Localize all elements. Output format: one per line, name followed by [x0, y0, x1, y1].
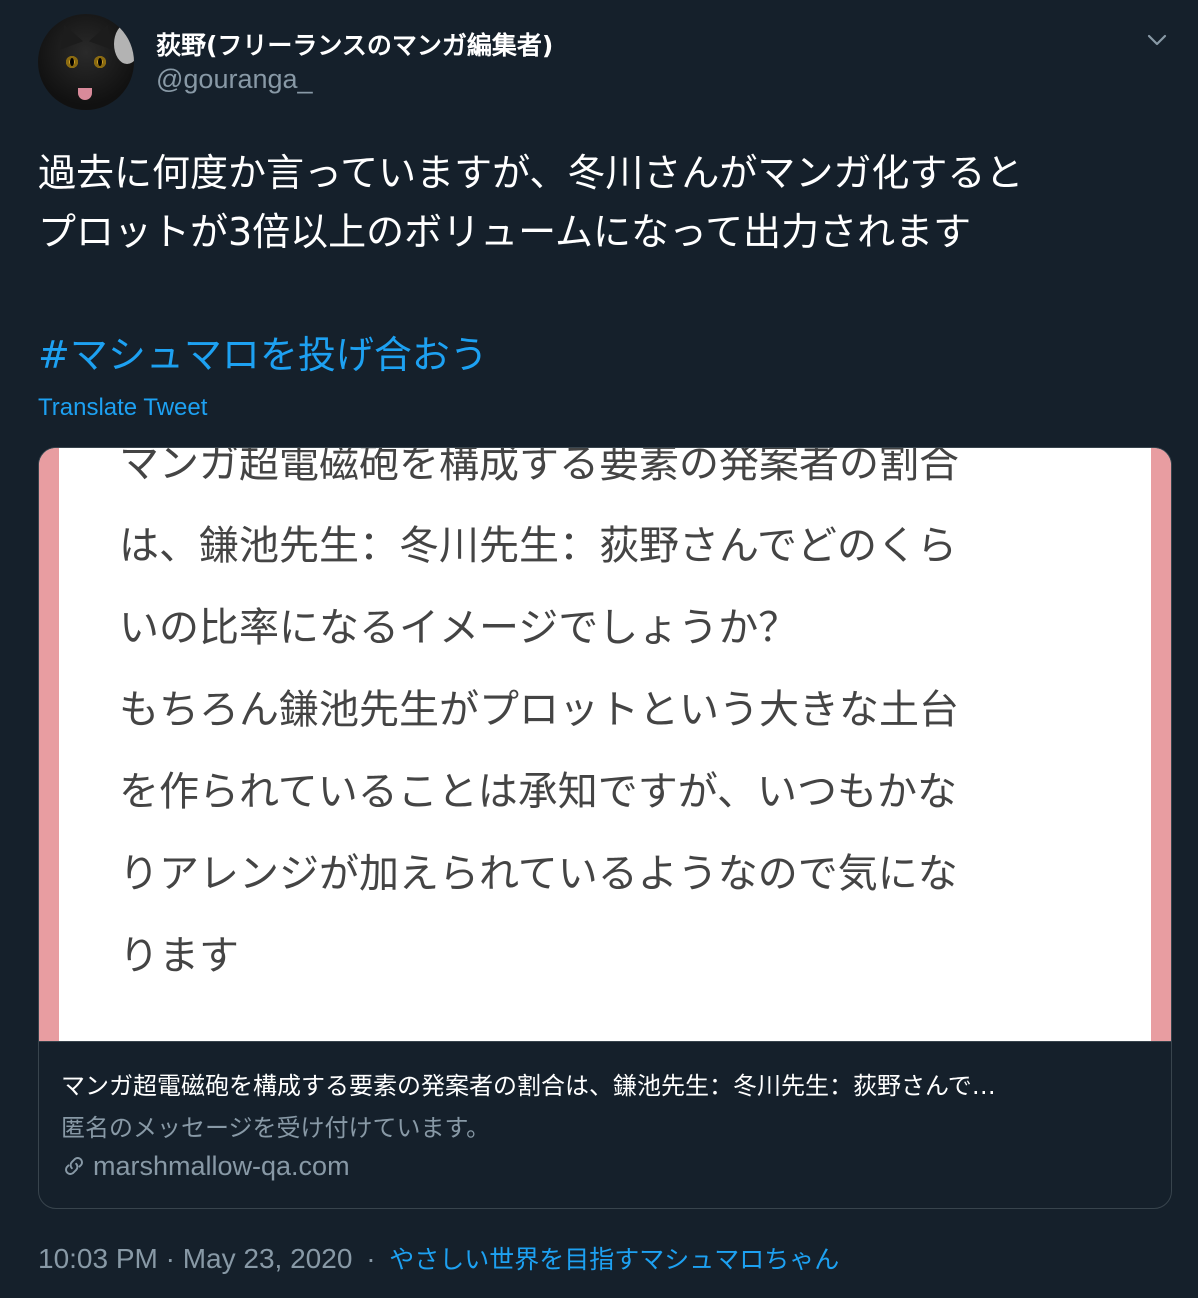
tweet-text-line: プロットが3倍以上のボリュームになって出力されます: [38, 210, 972, 254]
tweet-timestamp[interactable]: 10:03 PM · May 23, 2020: [38, 1243, 352, 1274]
cat-eye-right: [94, 56, 106, 68]
card-image-text-line: マンガ超電磁砲を構成する要素の発案者の割合: [119, 448, 959, 487]
card-image-text-line: ります: [119, 933, 239, 979]
cat-eye-left: [66, 56, 78, 68]
card-image-text-line: りアレンジが加えられているようなので気にな: [119, 851, 958, 897]
translate-tweet-link[interactable]: Translate Tweet: [38, 394, 207, 422]
meta-separator: ·: [366, 1243, 376, 1274]
cat-tongue: [78, 88, 92, 100]
card-image-text-line: いの比率になるイメージでしょうか？: [119, 605, 799, 651]
card-image-border-left: [39, 448, 59, 1041]
link-icon: [65, 1157, 83, 1175]
card-domain-text: marshmallow-qa.com: [93, 1151, 350, 1181]
tweet-meta: 10:03 PM · May 23, 2020 · やさしい世界を目指すマシュマ…: [38, 1240, 839, 1276]
cat-ear-left: [52, 20, 84, 50]
avatar[interactable]: [38, 14, 134, 110]
card-image-text-line: もちろん鎌池先生がプロットという大きな土台: [119, 687, 959, 733]
tweet-source-link[interactable]: やさしい世界を目指すマシュマロちゃん: [389, 1245, 839, 1274]
tweet: 荻野(フリーランスのマンガ編集者) @gouranga_ 過去に何度か言っていま…: [0, 0, 1198, 1298]
card-description: 匿名のメッセージを受け付けています。: [61, 1114, 491, 1142]
card-image-text-line: は、鎌池先生：冬川先生：荻野さんでどのくら: [119, 523, 957, 569]
card-title: マンガ超電磁砲を構成する要素の発案者の割合は、鎌池先生：冬川先生：荻野さんで…: [61, 1072, 996, 1100]
author-handle[interactable]: @gouranga_: [156, 64, 313, 95]
card-image: マンガ超電磁砲を構成する要素の発案者の割合 は、鎌池先生：冬川先生：荻野さんでど…: [39, 448, 1171, 1041]
tweet-text-line: 過去に何度か言っていますが、冬川さんがマンガ化すると: [38, 151, 1024, 195]
author-display-name[interactable]: 荻野(フリーランスのマンガ編集者): [156, 26, 553, 62]
card-image-border-right: [1151, 448, 1171, 1041]
card-divider: [39, 1041, 1171, 1042]
card-domain: marshmallow-qa.com: [61, 1151, 350, 1182]
link-card[interactable]: マンガ超電磁砲を構成する要素の発案者の割合 は、鎌池先生：冬川先生：荻野さんでど…: [38, 447, 1172, 1209]
caret-down-icon[interactable]: [1145, 28, 1169, 52]
tweet-text: 過去に何度か言っていますが、冬川さんがマンガ化すると プロットが3倍以上のボリュ…: [38, 144, 1158, 262]
card-image-text-line: を作られていることは承知ですが、いつもかな: [119, 769, 957, 815]
card-image-text: マンガ超電磁砲を構成する要素の発案者の割合 は、鎌池先生：冬川先生：荻野さんでど…: [119, 448, 1099, 997]
hashtag-link[interactable]: #マシュマロを投げ合おう: [38, 324, 488, 379]
